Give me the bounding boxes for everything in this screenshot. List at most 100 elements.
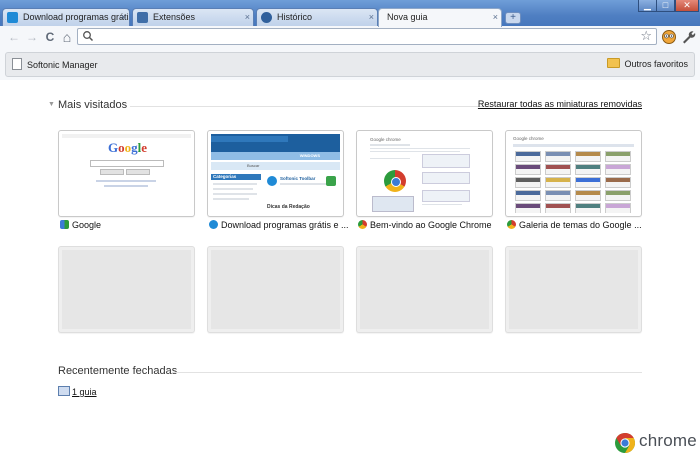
bookmark-star-icon[interactable]: ☆: [640, 28, 652, 44]
chrome-favicon-icon: [507, 220, 516, 229]
history-clock-icon: [261, 12, 272, 23]
close-window-button[interactable]: ✕: [675, 0, 699, 12]
other-bookmarks-folder[interactable]: Outros favoritos: [607, 58, 688, 69]
restore-thumbnails-link[interactable]: Restaurar todas as miniaturas removidas: [478, 99, 642, 109]
toolbar: ← → C ⌂ ☆: [0, 26, 700, 48]
tab-extensoes[interactable]: Extensões ×: [132, 8, 254, 26]
thumbnail-image: Google chrome: [360, 134, 489, 213]
google-favicon-icon: [60, 220, 69, 229]
chrome-wordmark: chrome: [639, 431, 697, 450]
google-logo: Google: [108, 140, 148, 155]
theme-swatch: [545, 190, 571, 201]
bookmark-softonic-manager[interactable]: Softonic Manager: [12, 58, 98, 70]
maximize-button[interactable]: □: [656, 0, 675, 12]
bookmarks-bar: Softonic Manager Outros favoritos: [0, 48, 700, 80]
thumbnail-caption-chrome-welcome[interactable]: Bem-vindo ao Google Chrome: [358, 220, 492, 230]
theme-swatch: [575, 190, 601, 201]
thumb-windows-tab: WINDOWS: [299, 153, 320, 158]
recently-closed-header: Recentemente fechadas: [48, 365, 642, 379]
theme-swatch: [575, 164, 601, 175]
title-bar: Download programas grátis,... × Extensõe…: [0, 0, 700, 27]
folder-icon: [607, 58, 621, 68]
theme-swatch: [545, 203, 571, 213]
back-button[interactable]: ←: [6, 29, 22, 45]
thumb-categorias: Categorias: [213, 174, 237, 179]
extensions-puzzle-icon: [137, 12, 148, 23]
theme-swatch: [605, 177, 631, 188]
theme-swatch: [545, 151, 571, 162]
page-icon: [12, 58, 22, 70]
tab-download-programas[interactable]: Download programas grátis,... ×: [2, 8, 130, 26]
theme-swatch: [605, 164, 631, 175]
theme-swatch: [605, 190, 631, 201]
recently-closed-title: Recentemente fechadas: [58, 365, 178, 377]
thumbnail-empty-slot: [58, 246, 195, 333]
tab-close-icon[interactable]: ×: [369, 9, 374, 26]
tab-title: Histórico: [277, 12, 313, 22]
tab-title: Download programas grátis,...: [23, 12, 129, 22]
most-visited-title: Mais visitados: [58, 99, 128, 111]
softonic-favicon-icon: [7, 12, 18, 23]
address-input[interactable]: [96, 30, 636, 43]
tab-title: Nova guia: [387, 12, 428, 22]
thumbnail-empty-slot: [505, 246, 642, 333]
reload-button[interactable]: C: [42, 29, 58, 45]
collapse-arrow-icon[interactable]: ▼: [48, 101, 55, 108]
section-divider: [130, 106, 492, 107]
thumbnail-chrome-welcome[interactable]: Google chrome: [356, 130, 493, 217]
theme-swatch: [575, 151, 601, 162]
bookmark-label: Softonic Manager: [27, 60, 98, 70]
search-icon: [83, 31, 94, 42]
caption-text: Google: [72, 220, 102, 230]
thumbnail-caption-softonic[interactable]: Download programas grátis e ...: [209, 220, 349, 230]
thumbnail-image: WINDOWS Buscar Categorias Softonic Toolb…: [211, 134, 340, 213]
recently-closed-tab-link[interactable]: 1 guia: [58, 386, 97, 397]
theme-swatch: [575, 177, 601, 188]
theme-swatch: [545, 164, 571, 175]
thumb-toolbar-label: Softonic Toolbar: [280, 176, 316, 181]
theme-swatch: [545, 177, 571, 188]
theme-swatch: [605, 151, 631, 162]
theme-swatch: [515, 203, 541, 213]
extension-owl-icon[interactable]: [661, 29, 677, 45]
recently-closed-link-text: 1 guia: [72, 387, 97, 397]
omnibox[interactable]: ☆: [77, 28, 657, 45]
window-tab-icon: [58, 386, 70, 396]
chrome-favicon-icon: [358, 220, 367, 229]
thumb-search-label: Buscar: [247, 163, 260, 168]
most-visited-header: ▼ Mais visitados Restaurar todas as mini…: [48, 99, 642, 113]
thumbnail-empty-slot: [356, 246, 493, 333]
thumbnail-empty-slot: [207, 246, 344, 333]
wrench-menu-icon[interactable]: [680, 29, 696, 45]
theme-swatch: [605, 203, 631, 213]
tab-close-icon[interactable]: ×: [121, 9, 126, 26]
tab-close-icon[interactable]: ×: [245, 9, 250, 26]
tab-title: Extensões: [153, 12, 196, 22]
tab-nova-guia[interactable]: Nova guia ×: [378, 8, 502, 27]
thumbnail-google[interactable]: Google: [58, 130, 195, 217]
softonic-favicon-icon: [209, 220, 218, 229]
bookmarks-bar-inner: Softonic Manager Outros favoritos: [5, 52, 695, 77]
tab-historico[interactable]: Histórico ×: [256, 8, 378, 26]
forward-button[interactable]: →: [24, 29, 40, 45]
thumbnail-caption-google[interactable]: Google: [60, 220, 101, 230]
thumbnail-softonic[interactable]: WINDOWS Buscar Categorias Softonic Toolb…: [207, 130, 344, 217]
minimize-button[interactable]: ▁: [638, 0, 657, 12]
thumb-chrome-brand: Google chrome: [370, 137, 401, 142]
thumbnail-image: Google: [62, 134, 191, 213]
thumbnail-caption-themes-gallery[interactable]: Galeria de temas do Google ...: [507, 220, 642, 230]
thumbnail-image: Google chrome: [509, 134, 638, 213]
caption-text: Galeria de temas do Google ...: [519, 220, 642, 230]
folder-label: Outros favoritos: [624, 59, 688, 69]
home-button[interactable]: ⌂: [59, 29, 75, 45]
theme-swatch: [515, 190, 541, 201]
caption-text: Download programas grátis e ...: [221, 220, 349, 230]
thumb-dicas-label: Dicas da Redação: [267, 204, 310, 210]
thumbnail-themes-gallery[interactable]: Google chrome: [505, 130, 642, 217]
theme-swatch: [575, 203, 601, 213]
theme-swatch: [515, 177, 541, 188]
caption-text: Bem-vindo ao Google Chrome: [370, 220, 492, 230]
section-divider: [172, 372, 642, 373]
new-tab-button[interactable]: +: [505, 12, 521, 24]
tab-close-icon[interactable]: ×: [493, 9, 498, 26]
